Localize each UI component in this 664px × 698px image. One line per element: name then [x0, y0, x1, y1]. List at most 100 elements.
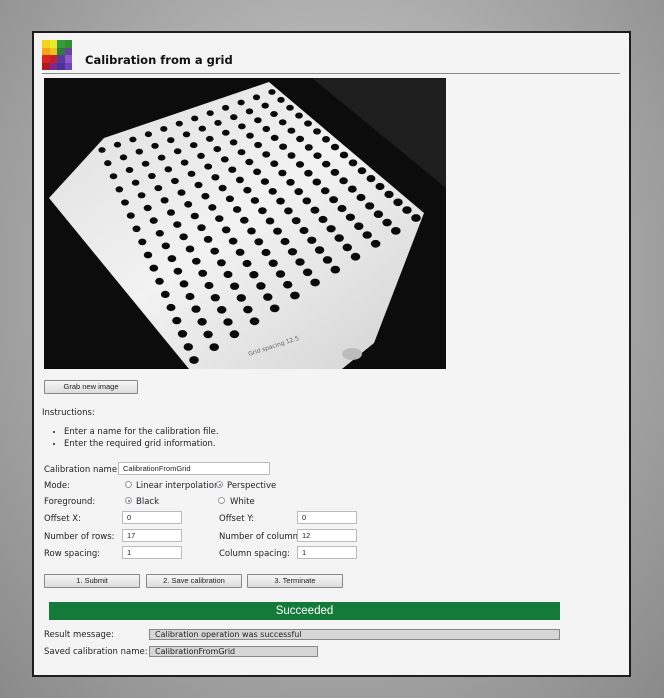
calibration-panel: Calibration from a grid Grid spacing 12.…: [32, 31, 631, 677]
grid-dot: [250, 197, 260, 204]
grid-dot: [166, 303, 176, 312]
grid-dot: [115, 186, 124, 193]
grid-dot: [366, 175, 376, 183]
grid-dot: [228, 237, 238, 245]
instruction-item: Enter the required grid information.: [64, 439, 219, 449]
grid-dot: [197, 152, 205, 159]
grid-dot: [189, 142, 198, 149]
grid-dot: [283, 280, 293, 289]
grid-dot: [197, 318, 207, 326]
grid-dot: [393, 198, 403, 207]
grid-dot: [347, 185, 357, 193]
grid-dot: [384, 190, 394, 199]
offset-x-label: Offset X:: [44, 514, 81, 524]
grid-dot: [314, 246, 325, 254]
grid-dot: [286, 104, 294, 111]
offset-y-label: Offset Y:: [219, 514, 255, 524]
grid-dot: [210, 247, 219, 255]
grid-dot: [237, 149, 246, 156]
grid-dot: [247, 227, 256, 235]
grid-dot: [275, 270, 286, 278]
grid-dot: [137, 192, 146, 199]
column-spacing-input[interactable]: 1: [297, 546, 357, 559]
camera-image: Grid spacing 12.5: [44, 78, 446, 369]
grid-dot: [270, 111, 278, 117]
mode-perspective-radio[interactable]: [216, 481, 223, 488]
grid-dot: [329, 196, 338, 204]
offset-y-input[interactable]: 0: [297, 511, 357, 524]
grid-dot: [220, 156, 229, 163]
save-calibration-button[interactable]: 2. Save calibration: [146, 574, 242, 588]
grid-dot: [197, 224, 206, 232]
grid-dot: [242, 259, 252, 268]
calibration-name-input[interactable]: CalibrationFromGrid: [118, 462, 270, 475]
grid-dot: [318, 215, 328, 224]
grid-dot: [237, 99, 245, 106]
grid-dot: [322, 256, 333, 264]
grid-dot: [277, 96, 285, 103]
foreground-black-radio[interactable]: [125, 497, 132, 504]
mode-perspective-label: Perspective: [227, 481, 277, 491]
columns-input[interactable]: 12: [297, 529, 357, 542]
grid-dot: [270, 160, 279, 167]
instructions-label: Instructions:: [42, 408, 95, 418]
grid-dot: [155, 277, 164, 285]
grid-dot: [252, 94, 261, 101]
grid-dot: [214, 119, 222, 126]
grid-dot: [218, 184, 227, 192]
grid-dot: [261, 102, 269, 109]
grid-dot: [167, 209, 175, 216]
grid-dot: [135, 148, 143, 155]
grid-dot: [339, 151, 349, 159]
grid-dot: [179, 233, 188, 241]
grid-dot: [160, 126, 168, 132]
grab-image-button[interactable]: Grab new image: [44, 380, 138, 394]
columns-label: Number of columns:: [219, 532, 306, 542]
grid-dot: [167, 137, 175, 144]
grid-dot: [98, 147, 106, 153]
grid-dot: [164, 166, 173, 173]
grid-dot: [291, 217, 301, 225]
grid-dot: [262, 125, 271, 133]
grid-dot: [194, 181, 203, 189]
offset-x-input[interactable]: 0: [122, 511, 182, 524]
submit-button[interactable]: 1. Submit: [44, 574, 140, 588]
grid-dot: [322, 136, 330, 143]
grid-dot: [109, 173, 118, 180]
grid-dot: [113, 141, 122, 148]
grid-dot: [365, 202, 375, 210]
grid-dot: [357, 167, 367, 175]
grid-dot: [260, 178, 269, 185]
rows-input[interactable]: 17: [122, 529, 182, 542]
grid-dot: [143, 251, 153, 259]
grid-dot: [180, 159, 189, 166]
mode-label: Mode:: [44, 481, 71, 491]
grid-dot: [382, 218, 392, 227]
grid-dot: [296, 135, 305, 143]
grid-dot: [141, 160, 150, 167]
grid-dot: [334, 234, 344, 242]
grid-dot: [307, 236, 317, 244]
result-message-field: Calibration operation was successful: [149, 629, 560, 640]
grid-dot: [279, 143, 288, 150]
grid-dot: [161, 242, 170, 250]
grid-dot: [245, 108, 254, 115]
grid-dot: [258, 207, 267, 215]
grid-dot: [198, 269, 208, 277]
result-message-label: Result message:: [44, 630, 115, 640]
grid-dot: [204, 163, 213, 170]
instructions-list: Enter a name for the calibration file. E…: [54, 427, 219, 451]
mode-linear-radio[interactable]: [125, 481, 132, 488]
grid-dot: [201, 192, 210, 200]
foreground-white-radio[interactable]: [218, 497, 225, 504]
foreground-label: Foreground:: [44, 497, 96, 507]
grid-dot: [184, 201, 193, 208]
grid-dot: [138, 238, 147, 246]
grid-dot: [221, 226, 231, 234]
terminate-button[interactable]: 3. Terminate: [247, 574, 343, 588]
grid-dot: [175, 120, 183, 127]
grid-dot: [375, 182, 385, 191]
instruction-item: Enter a name for the calibration file.: [64, 427, 219, 437]
row-spacing-input[interactable]: 1: [122, 546, 182, 559]
grid-dot: [304, 169, 313, 177]
